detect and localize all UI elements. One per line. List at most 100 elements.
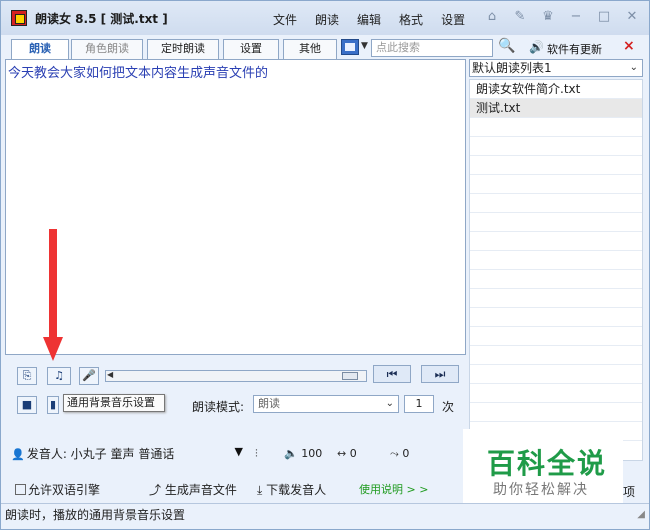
text-editor[interactable]: 今天教会大家如何把文本内容生成声音文件的 (5, 59, 466, 355)
list-item-empty (470, 156, 642, 175)
generate-icon: ⤴ (149, 483, 165, 497)
annotation-arrow-head (43, 337, 63, 361)
search-input[interactable]: 点此搜索 (371, 39, 493, 57)
pitch-icon: ⤳ (390, 447, 399, 460)
editor-text: 今天教会大家如何把文本内容生成声音文件的 (8, 66, 269, 81)
list-item-empty (470, 289, 642, 308)
window-title: 朗读女 8.5 [ 测试.txt ] (35, 12, 168, 26)
list-item-empty (470, 118, 642, 137)
update-label[interactable]: 软件有更新 (547, 41, 602, 57)
status-bar: 朗读时，播放的通用背景音乐设置 ◢ (1, 503, 649, 529)
playlist-select[interactable]: 默认朗读列表1 ⌄ (469, 59, 643, 77)
skin-icon[interactable]: ♛ (541, 9, 555, 24)
bilingual-checkbox[interactable]: 允许双语引擎 (15, 481, 100, 498)
options-extra-label: 项 (623, 485, 636, 499)
resize-grip-icon[interactable]: ◢ (637, 504, 645, 526)
chevron-down-icon: ▼ (234, 445, 243, 458)
volume-control[interactable]: 🔈 100 (284, 445, 322, 463)
home-icon[interactable]: ⌂ (485, 9, 499, 24)
speaker-icon: 🔊 (529, 40, 544, 54)
voice-label: 发音人: 小丸子 童声 普通话 (26, 447, 175, 461)
tab-timed-read[interactable]: 定时朗读 (147, 39, 219, 59)
menu-format[interactable]: 格式 (399, 11, 423, 28)
checkbox-box[interactable] (15, 484, 26, 495)
speaker-icon: 🔈 (284, 447, 298, 460)
minimize-icon[interactable]: − (569, 9, 583, 24)
tooltip: 通用背景音乐设置 (63, 394, 165, 412)
status-text: 朗读时，播放的通用背景音乐设置 (5, 508, 186, 522)
repeat-unit: 次 (442, 400, 455, 414)
menu-settings[interactable]: 设置 (441, 11, 465, 28)
list-item-empty (470, 270, 642, 289)
watermark-title: 百科全说 (487, 447, 608, 480)
watermark-subtitle: 助你轻松解决 (493, 482, 589, 498)
slider-left-arrow[interactable]: ◀ (107, 370, 113, 379)
speed-icon: ↔ (337, 447, 347, 460)
list-item-empty (470, 346, 642, 365)
chevron-down-icon: ⌄ (629, 62, 638, 73)
previous-button[interactable]: ⏮ (373, 365, 411, 383)
voice-select[interactable]: 👤 发音人: 小丸子 童声 普通话 ▼ (11, 445, 243, 463)
list-item-empty (470, 251, 642, 270)
speed-value: 0 (349, 447, 357, 460)
pitch-value: 0 (402, 447, 410, 460)
mic-icon[interactable]: 🎤 (79, 367, 99, 385)
list-item[interactable]: 朗读女软件简介.txt (470, 80, 642, 99)
list-item-empty (470, 137, 642, 156)
tab-read[interactable]: 朗读 (11, 39, 69, 59)
volume-value: 100 (301, 447, 323, 460)
title-bar: 朗读女 8.5 [ 测试.txt ] 文件 朗读 编辑 格式 设置 ⌂ ✎ ♛ … (1, 1, 649, 35)
close-icon[interactable]: ✕ (625, 9, 639, 24)
tab-other[interactable]: 其他 (283, 39, 337, 59)
list-item-empty (470, 175, 642, 194)
list-item-empty (470, 308, 642, 327)
playlist-list: 朗读女软件简介.txt 测试.txt (469, 79, 643, 461)
read-mode-label: 朗读模式: (192, 400, 245, 414)
pin-icon[interactable]: ✎ (513, 9, 527, 24)
stop-button[interactable]: ■ (17, 396, 37, 414)
list-item-empty (470, 213, 642, 232)
chevron-down-icon: ⌄ (385, 398, 394, 409)
repeat-count-input[interactable]: 1 (404, 395, 434, 413)
tab-settings[interactable]: 设置 (223, 39, 279, 59)
read-mode-select[interactable]: 朗读 ⌄ (253, 395, 399, 413)
list-item-empty (470, 194, 642, 213)
list-item[interactable]: 测试.txt (470, 99, 642, 118)
download-voice-button[interactable]: ⤓ 下载发音人 (257, 481, 326, 498)
chevron-down-icon[interactable]: ▼ (361, 41, 368, 51)
list-item-empty (470, 365, 642, 384)
list-item-empty (470, 403, 642, 422)
bilingual-label: 允许双语引擎 (28, 483, 101, 497)
image-tool-icon[interactable] (341, 39, 359, 55)
menu-edit[interactable]: 编辑 (357, 11, 381, 28)
read-mode-value: 朗读 (258, 397, 280, 410)
playlist-selected: 默认朗读列表1 (472, 61, 552, 75)
user-icon: 👤 (11, 448, 25, 461)
menu-read[interactable]: 朗读 (315, 11, 339, 28)
app-logo-icon (11, 10, 27, 26)
pitch-control[interactable]: ⤳ 0 (390, 445, 409, 463)
volume-meter-icon[interactable]: ⫶ (255, 445, 258, 463)
app-window: 朗读女 8.5 [ 测试.txt ] 文件 朗读 编辑 格式 设置 ⌂ ✎ ♛ … (0, 0, 650, 530)
list-item-empty (470, 232, 642, 251)
list-item-empty (470, 384, 642, 403)
tab-row: 朗读 角色朗读 定时朗读 设置 其他 ▼ 点此搜索 🔍 🔊 软件有更新 × (1, 35, 649, 59)
maximize-icon[interactable]: □ (597, 9, 611, 24)
list-item-empty (470, 327, 642, 346)
progress-slider[interactable]: ◀ (105, 370, 367, 382)
book-icon[interactable]: ⎘ (17, 367, 37, 385)
speed-control[interactable]: ↔ 0 (337, 445, 357, 463)
slider-thumb[interactable] (342, 372, 358, 380)
help-link[interactable]: 使用说明 > > (359, 481, 428, 497)
generate-audio-button[interactable]: ⤴ 生成声音文件 (149, 481, 237, 498)
title-controls: ⌂ ✎ ♛ − □ ✕ (485, 9, 639, 24)
generate-label: 生成声音文件 (164, 483, 237, 497)
next-button[interactable]: ⏭ (421, 365, 459, 383)
pause-button[interactable]: ▮ (47, 396, 59, 414)
close-update-icon[interactable]: × (623, 38, 635, 54)
tab-role-read[interactable]: 角色朗读 (71, 39, 143, 59)
menu-bar: 文件 朗读 编辑 格式 设置 (273, 11, 465, 28)
search-icon[interactable]: 🔍 (498, 38, 515, 54)
menu-file[interactable]: 文件 (273, 11, 297, 28)
music-icon[interactable]: ♫ (47, 367, 71, 385)
